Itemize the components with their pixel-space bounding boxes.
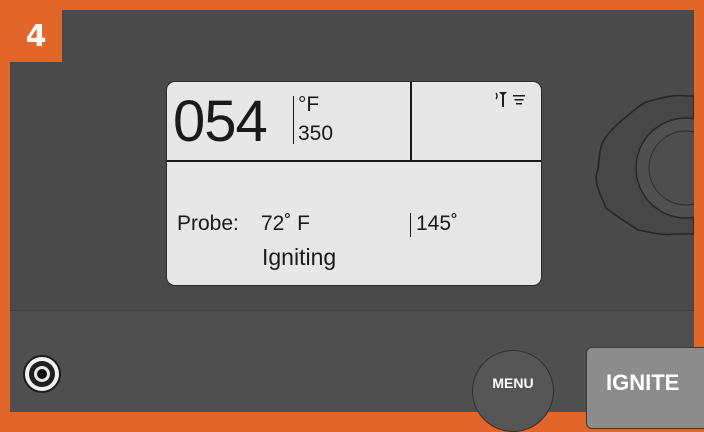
- unit-separator: [293, 96, 295, 144]
- current-temperature: 054: [173, 89, 268, 154]
- menu-button[interactable]: MENU: [472, 350, 554, 432]
- status-icons: [495, 92, 525, 107]
- probe-jack[interactable]: [22, 354, 62, 394]
- display-divider-vertical: [410, 82, 412, 160]
- probe-target-temperature: 145˚: [416, 212, 459, 235]
- control-knob[interactable]: [586, 90, 694, 240]
- temperature-unit: °F: [298, 93, 320, 116]
- menu-lines-icon: [513, 95, 525, 105]
- probe-separator: [410, 213, 412, 237]
- probe-icon: [495, 92, 507, 107]
- ignite-button-label: IGNITE: [606, 370, 680, 395]
- probe-temperature: 72˚ F: [261, 212, 311, 235]
- probe-label: Probe:: [177, 212, 239, 235]
- ignite-button[interactable]: IGNITE: [586, 347, 704, 429]
- step-badge: 4: [10, 10, 62, 62]
- lcd-display: 054 °F 350 Probe: 72˚ F 145˚ Igniting: [166, 81, 542, 286]
- display-divider-horizontal: [167, 160, 541, 162]
- status-message: Igniting: [262, 244, 337, 270]
- setpoint-temperature: 350: [298, 122, 334, 145]
- menu-button-label: MENU: [492, 375, 534, 391]
